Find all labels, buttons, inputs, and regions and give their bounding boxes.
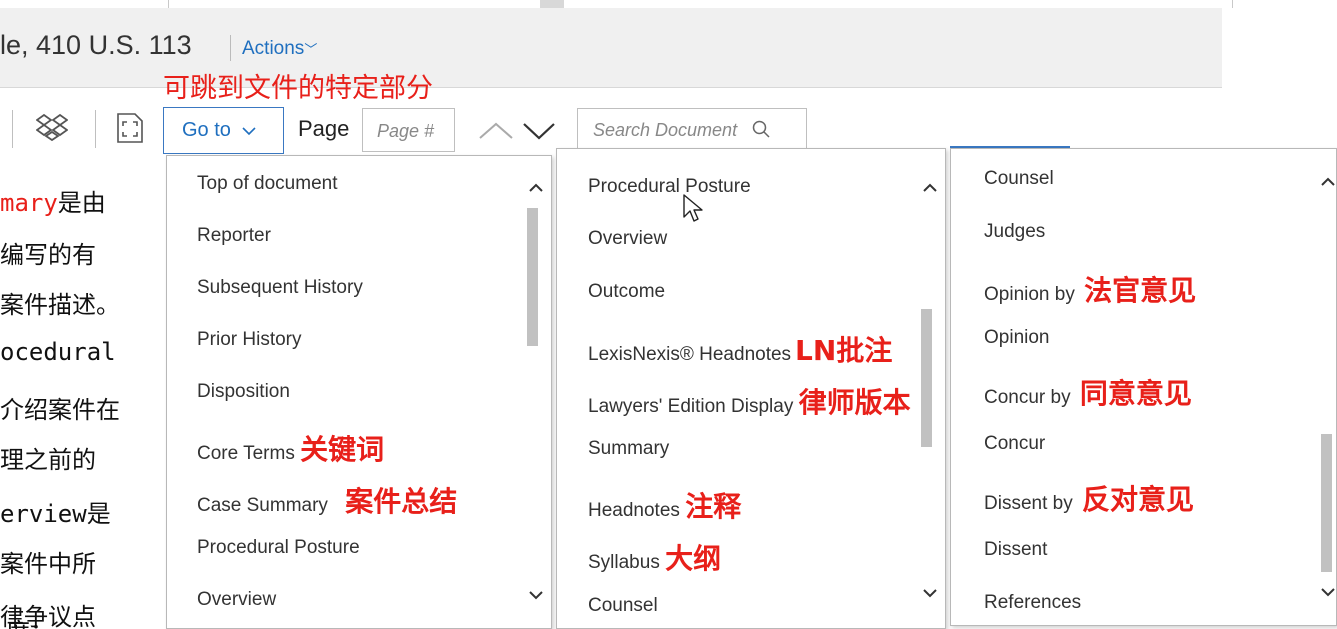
menu-item[interactable]: Headnotes 注释 (588, 485, 741, 525)
menu-item[interactable]: Procedural Posture (197, 537, 360, 559)
search-placeholder: Search Document (593, 120, 738, 140)
menu-item[interactable]: Reporter (197, 225, 271, 247)
menu-item[interactable]: Outcome (588, 281, 665, 303)
sidebar-line: 编写的有 (0, 241, 96, 269)
menu-item[interactable]: Case Summary 案件总结 (197, 480, 457, 520)
actions-label: Actions (242, 38, 305, 59)
item-annotation: 同意意见 (1079, 377, 1192, 410)
top-strip (0, 0, 1337, 8)
fullscreen-icon[interactable] (117, 113, 143, 148)
menu-item[interactable]: Core Terms 关键词 (197, 428, 384, 468)
chevron-up-icon[interactable] (923, 181, 937, 197)
menu-item[interactable]: Subsequent History (197, 277, 363, 299)
menu-item[interactable]: Opinion (984, 327, 1050, 349)
divider (168, 0, 169, 8)
mouse-pointer-icon (682, 193, 706, 230)
menu-item[interactable]: Dissent by 反对意见 (984, 478, 1194, 518)
item-annotation: 律师版本 (798, 386, 911, 419)
menu-item[interactable]: Overview (588, 228, 667, 250)
page-number-input[interactable]: Page # (362, 108, 455, 152)
menu-item[interactable]: Dissent (984, 539, 1047, 561)
sidebar-line: 理之前的 (0, 446, 96, 474)
actions-menu-button[interactable]: Actions﹀ (242, 38, 317, 60)
divider (12, 110, 13, 148)
chevron-up-icon (479, 122, 513, 139)
menu-item[interactable]: Counsel (984, 168, 1054, 190)
chevron-up-icon[interactable] (1321, 175, 1335, 191)
goto-button[interactable]: Go to (163, 107, 284, 154)
menu-item[interactable]: Overview (197, 589, 276, 611)
item-annotation: 关键词 (300, 433, 385, 466)
chevron-down-icon[interactable] (529, 588, 543, 604)
menu-item[interactable]: Lawyers' Edition Display 律师版本 (588, 381, 911, 421)
next-hit-button[interactable] (522, 121, 556, 146)
chevron-down-icon[interactable] (923, 586, 937, 602)
menu-item[interactable]: References (984, 592, 1081, 614)
sidebar-line: ocedural (0, 338, 116, 366)
document-title: le, 410 U.S. 113 (0, 30, 192, 60)
sidebar-line: 度： (6, 612, 54, 629)
menu-item[interactable]: Top of document (197, 173, 337, 195)
item-annotation: 大纲 (665, 542, 722, 575)
goto-label: Go to (182, 119, 231, 141)
menu-item[interactable]: Procedural Posture (588, 176, 751, 198)
goto-menu-panel-1: Top of document Reporter Subsequent Hist… (166, 155, 552, 629)
chevron-down-icon[interactable] (1321, 585, 1335, 601)
goto-menu-panel-3: Counsel Judges Opinion by 法官意见 Opinion C… (950, 148, 1337, 626)
menu-item[interactable]: Summary (588, 438, 669, 460)
goto-annotation: 可跳到文件的特定部分 (163, 73, 433, 104)
chevron-up-icon[interactable] (529, 181, 543, 197)
scrollbar-fragment[interactable] (540, 0, 564, 8)
item-annotation: 案件总结 (345, 485, 458, 518)
menu-item[interactable]: Opinion by 法官意见 (984, 269, 1196, 309)
previous-hit-button[interactable] (478, 121, 514, 146)
menu-item[interactable]: Counsel (588, 595, 658, 617)
menu-item[interactable]: Disposition (197, 381, 290, 403)
scrollbar-thumb[interactable] (921, 309, 932, 447)
menu-item[interactable]: LexisNexis® Headnotes LN批注 (588, 329, 892, 369)
sidebar-line: mary是由 (0, 189, 106, 217)
divider (1232, 0, 1233, 8)
search-icon (747, 120, 770, 140)
menu-item[interactable]: Concur by 同意意见 (984, 372, 1192, 412)
divider (230, 35, 231, 61)
sidebar-line: 案件描述。 (0, 291, 120, 319)
sidebar-line: erview是 (0, 500, 111, 528)
menu-item[interactable]: Concur (984, 433, 1045, 455)
sidebar-line: 介绍案件在 (0, 396, 120, 424)
scrollbar-thumb[interactable] (1321, 434, 1332, 572)
menu-item[interactable]: Prior History (197, 329, 302, 351)
chevron-down-icon (242, 127, 257, 136)
sidebar-line: 案件中所 (0, 550, 96, 578)
menu-item[interactable]: Syllabus 大纲 (588, 537, 721, 577)
search-document-input[interactable]: Search Document (577, 108, 807, 150)
scrollbar-thumb[interactable] (527, 208, 538, 346)
chevron-down-icon: ﹀ (304, 42, 318, 57)
page-label: Page (298, 116, 350, 141)
chevron-down-icon (523, 123, 555, 140)
goto-menu-panel-2: Procedural Posture Overview Outcome Lexi… (556, 148, 946, 629)
item-annotation: 法官意见 (1084, 274, 1197, 307)
item-annotation: 反对意见 (1081, 483, 1194, 516)
dropbox-icon[interactable] (35, 112, 69, 147)
menu-item[interactable]: Judges (984, 221, 1045, 243)
item-annotation: LN批注 (795, 334, 893, 367)
divider (95, 110, 96, 148)
item-annotation: 注释 (685, 490, 742, 523)
